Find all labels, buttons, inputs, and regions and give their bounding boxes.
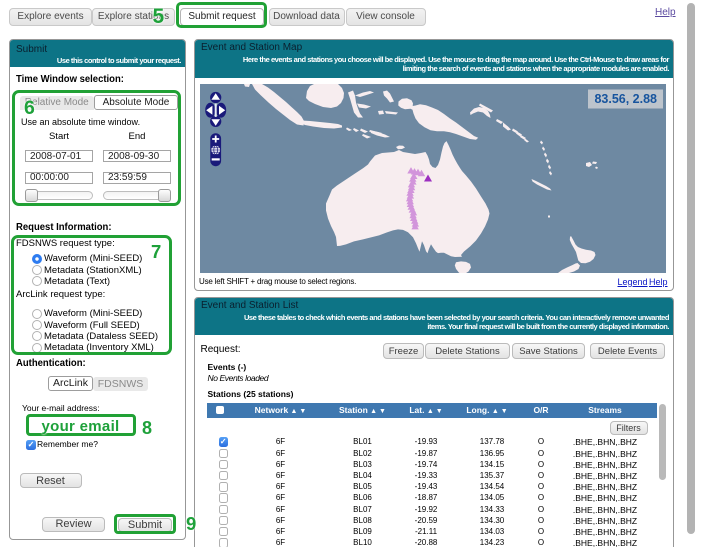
svg-text:83.56, 2.88: 83.56, 2.88 [594, 92, 657, 106]
